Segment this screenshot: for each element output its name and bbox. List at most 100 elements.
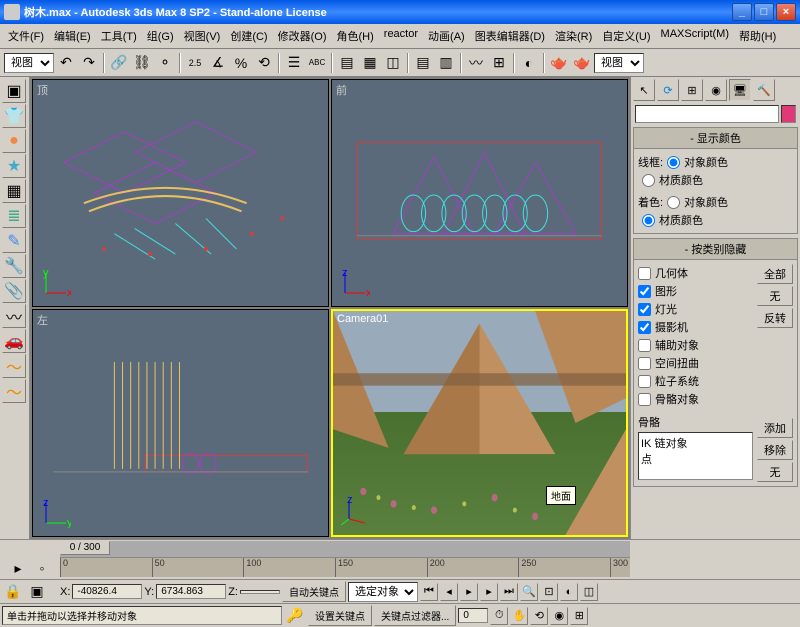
setkey-button[interactable]: 设置关键点 bbox=[308, 605, 372, 626]
play-button[interactable]: ▸ bbox=[460, 583, 478, 601]
time-slider[interactable]: 0 / 300 bbox=[60, 541, 630, 557]
all-button[interactable]: 全部 bbox=[757, 264, 793, 284]
menu-modifiers[interactable]: 修改器(O) bbox=[274, 26, 331, 46]
time-config-button[interactable]: ⏱ bbox=[490, 607, 508, 625]
angle-snap-button[interactable]: ∡ bbox=[207, 52, 229, 74]
redo-button[interactable]: ↷ bbox=[78, 52, 100, 74]
star-icon[interactable]: ★ bbox=[2, 154, 26, 178]
next-frame-button[interactable]: ▸ bbox=[480, 583, 498, 601]
nav-orbit-icon[interactable]: ⟲ bbox=[530, 607, 548, 625]
menu-maxscript[interactable]: MAXScript(M) bbox=[657, 26, 733, 46]
menu-graph[interactable]: 图表编辑器(D) bbox=[471, 26, 549, 46]
named-sel-button[interactable]: ☰ bbox=[283, 52, 305, 74]
goto-end-button[interactable]: ⏭ bbox=[500, 583, 518, 601]
schematic-button[interactable]: ⊞ bbox=[488, 52, 510, 74]
undo-button[interactable]: ↶ bbox=[55, 52, 77, 74]
track-marker-icon[interactable]: ◦ bbox=[31, 557, 53, 579]
z-coord-field[interactable] bbox=[240, 590, 280, 594]
wave-icon[interactable]: 〜 bbox=[2, 354, 26, 378]
hide-bone-check[interactable] bbox=[638, 393, 651, 406]
wave2-icon[interactable]: 〜 bbox=[2, 379, 26, 403]
viewport-front[interactable]: 前 xz bbox=[331, 79, 628, 307]
bone-list[interactable]: IK 链对象 点 bbox=[638, 432, 753, 480]
object-color-swatch[interactable] bbox=[781, 105, 796, 123]
grid-icon[interactable]: ▦ bbox=[2, 179, 26, 203]
prev-frame-button[interactable]: ◂ bbox=[440, 583, 458, 601]
hide-space-check[interactable] bbox=[638, 357, 651, 370]
none-button[interactable]: 无 bbox=[757, 286, 793, 306]
ref-coord-dropdown[interactable]: 视图 bbox=[4, 53, 54, 73]
link-button[interactable]: 🔗 bbox=[108, 52, 130, 74]
unlink-button[interactable]: ⛓ bbox=[131, 52, 153, 74]
none2-button[interactable]: 无 bbox=[757, 462, 793, 482]
clip-icon[interactable]: 📎 bbox=[2, 279, 26, 303]
material-editor-button[interactable]: ◐ bbox=[518, 52, 540, 74]
keymode-dropdown[interactable]: 选定对象 bbox=[348, 582, 418, 602]
menu-views[interactable]: 视图(V) bbox=[180, 26, 225, 46]
maximize-button[interactable]: □ bbox=[754, 3, 774, 21]
goto-start-button[interactable]: ⏮ bbox=[420, 583, 438, 601]
rollout-header[interactable]: - 按类别隐藏 bbox=[634, 239, 797, 260]
hide-shapes-check[interactable] bbox=[638, 285, 651, 298]
array-button[interactable]: ▦ bbox=[359, 52, 381, 74]
ball-icon[interactable]: ● bbox=[2, 129, 26, 153]
name-field[interactable] bbox=[635, 105, 779, 123]
wf-object-radio[interactable] bbox=[667, 156, 680, 169]
timeline-ruler[interactable]: 0 50 100 150 200 250 300 bbox=[60, 557, 630, 577]
hierarchy-tab[interactable]: ⊞ bbox=[681, 79, 703, 101]
menu-group[interactable]: 组(G) bbox=[143, 26, 178, 46]
sel-lock-icon[interactable]: ▣ bbox=[26, 581, 48, 603]
viewport-left[interactable]: 左 yz bbox=[32, 309, 329, 537]
nav-pan-icon[interactable]: ✋ bbox=[510, 607, 528, 625]
invert-button[interactable]: 反转 bbox=[757, 308, 793, 328]
display-tab[interactable]: 🖥 bbox=[729, 79, 751, 101]
nav-region-icon[interactable]: ◫ bbox=[580, 583, 598, 601]
abc-button[interactable]: ABC bbox=[306, 52, 328, 74]
car-icon[interactable]: 🚗 bbox=[2, 329, 26, 353]
percent-snap-button[interactable]: % bbox=[230, 52, 252, 74]
frame-field[interactable]: 0 bbox=[458, 608, 488, 623]
nav-maximize-icon[interactable]: ⊞ bbox=[570, 607, 588, 625]
hide-particle-check[interactable] bbox=[638, 375, 651, 388]
nav-zoom-icon[interactable]: 🔍 bbox=[520, 583, 538, 601]
add-button[interactable]: 添加 bbox=[757, 418, 793, 438]
minimize-button[interactable]: _ bbox=[732, 3, 752, 21]
layer-mgr-button[interactable]: ▥ bbox=[435, 52, 457, 74]
hide-cameras-check[interactable] bbox=[638, 321, 651, 334]
menu-reactor[interactable]: reactor bbox=[380, 26, 422, 46]
autokey-button[interactable]: 自动关键点 bbox=[282, 581, 346, 602]
wrench-icon[interactable]: 🔧 bbox=[2, 254, 26, 278]
x-coord-field[interactable]: -40826.4 bbox=[72, 584, 142, 599]
motion-tab[interactable]: ◉ bbox=[705, 79, 727, 101]
menu-help[interactable]: 帮助(H) bbox=[735, 26, 780, 46]
sh-material-radio[interactable] bbox=[642, 214, 655, 227]
remove-button[interactable]: 移除 bbox=[757, 440, 793, 460]
render-dropdown[interactable]: 视图 bbox=[594, 53, 644, 73]
time-slider-knob[interactable]: 0 / 300 bbox=[60, 541, 110, 555]
hide-lights-check[interactable] bbox=[638, 303, 651, 316]
align-button[interactable]: ◫ bbox=[382, 52, 404, 74]
key-icon[interactable]: 🔑 bbox=[284, 605, 306, 627]
rollout-header[interactable]: - 显示颜色 bbox=[634, 128, 797, 149]
render-scene-button[interactable]: 🫖 bbox=[548, 52, 570, 74]
menu-create[interactable]: 创建(C) bbox=[226, 26, 271, 46]
hide-helpers-check[interactable] bbox=[638, 339, 651, 352]
y-coord-field[interactable]: 6734.863 bbox=[156, 584, 226, 599]
lock-icon[interactable]: 🔒 bbox=[2, 581, 24, 603]
close-button[interactable]: × bbox=[776, 3, 796, 21]
menu-tools[interactable]: 工具(T) bbox=[97, 26, 141, 46]
utilities-tab[interactable]: 🔨 bbox=[753, 79, 775, 101]
modify-tab[interactable]: ⟳ bbox=[657, 79, 679, 101]
snap-toggle[interactable]: 2.5 bbox=[184, 52, 206, 74]
track-prev-icon[interactable]: ▸ bbox=[7, 557, 29, 579]
nav-fov-icon[interactable]: ◐ bbox=[560, 583, 578, 601]
curve-icon[interactable]: 〰 bbox=[2, 304, 26, 328]
stack-icon[interactable]: ≣ bbox=[2, 204, 26, 228]
keyfilter-button[interactable]: 关键点过滤器... bbox=[374, 605, 456, 626]
menu-render[interactable]: 渲染(R) bbox=[551, 26, 596, 46]
mirror-button[interactable]: ▤ bbox=[336, 52, 358, 74]
viewport-camera[interactable]: Camera01 地面 z bbox=[331, 309, 628, 537]
bind-button[interactable]: ⚬ bbox=[154, 52, 176, 74]
menu-animation[interactable]: 动画(A) bbox=[424, 26, 469, 46]
nav-walk-icon[interactable]: ◉ bbox=[550, 607, 568, 625]
